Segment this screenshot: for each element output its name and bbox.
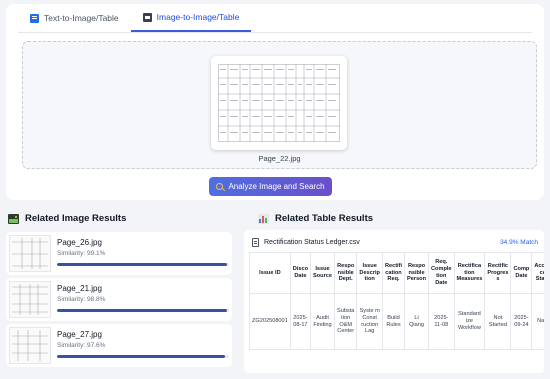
related-tables-title: Related Table Results xyxy=(275,213,374,224)
analyze-button-label: Analyze Image and Search xyxy=(228,182,325,191)
result-thumbnail xyxy=(9,327,51,364)
related-tables-heading: Related Table Results xyxy=(258,213,373,224)
image-result-item[interactable]: Page_27.jpg Similarity: 97.6% xyxy=(6,324,232,367)
table-cell: Syste m Const ruction Lag xyxy=(356,293,383,350)
related-images-title: Related Image Results xyxy=(25,213,127,224)
image-result-item[interactable]: Page_21.jpg Similarity: 98.8% xyxy=(6,278,232,321)
table-file-header: Rectification Status Ledger.csv 34.9% Ma… xyxy=(252,236,538,248)
result-table: Issue ID Disco Date Issue Source Respo n… xyxy=(249,252,544,350)
result-thumbnail xyxy=(9,235,51,272)
table-row: ZG202508001 2025- 08-17 Audit Finding Su… xyxy=(249,293,544,350)
table-cell: Standard ize Workflow xyxy=(453,293,486,350)
tab-image-to-image[interactable]: Image-to-Image/Table xyxy=(130,10,252,32)
similarity-bar xyxy=(57,355,229,358)
column-header: Issue Descrip tion xyxy=(356,252,383,294)
table-cell: NaN xyxy=(531,293,544,350)
table-header-row: Issue ID Disco Date Issue Source Respo n… xyxy=(249,252,544,294)
column-header: Respo nsible Dept. xyxy=(333,252,358,294)
table-cell: Not Started xyxy=(484,293,512,350)
search-icon xyxy=(216,183,224,190)
column-header: Respo nsible Person xyxy=(404,252,430,294)
table-cell: Substa tion O&M Center xyxy=(333,293,358,350)
column-header: Rectifica tion Measures xyxy=(453,252,486,294)
column-header: Issue ID xyxy=(249,252,291,294)
related-images-heading: Related Image Results xyxy=(8,213,126,224)
table-file-name: Rectification Status Ledger.csv xyxy=(264,238,360,246)
table-cell: Li Qiang xyxy=(404,293,430,350)
result-thumbnail xyxy=(9,281,51,318)
column-header: Comp Date xyxy=(510,252,533,294)
image-upload-dropzone[interactable]: Page_22.jpg xyxy=(22,41,537,169)
column-header: Req. Comple tion Date xyxy=(428,252,455,294)
tab-text-to-image[interactable]: Text-to-Image/Table xyxy=(18,10,131,32)
table-cell: Audit Finding xyxy=(310,293,335,350)
column-header: Issue Source xyxy=(310,252,335,294)
table-cell: 2025- 09-24 xyxy=(510,293,533,350)
result-filename: Page_26.jpg xyxy=(57,238,102,247)
document-thumbnail xyxy=(218,64,340,142)
column-header: Rectifi cation Req. xyxy=(381,252,406,294)
text-table-icon xyxy=(30,13,39,23)
preview-filename: Page_22.jpg xyxy=(258,154,301,163)
analyze-search-button[interactable]: Analyze Image and Search xyxy=(209,177,332,196)
table-cell: ZG202508001 xyxy=(249,293,291,350)
similarity-bar-fill xyxy=(57,263,228,266)
search-panel: Text-to-Image/Table Image-to-Image/Table xyxy=(6,4,544,200)
result-filename: Page_27.jpg xyxy=(57,330,102,339)
tab-divider xyxy=(18,32,532,33)
picture-icon xyxy=(8,213,19,224)
column-header: Disco Date xyxy=(289,252,312,294)
image-result-item[interactable]: Page_26.jpg Similarity: 99.1% xyxy=(6,232,232,275)
bar-chart-icon xyxy=(258,213,269,224)
similarity-bar xyxy=(57,263,229,266)
result-similarity: Similarity: 97.6% xyxy=(57,342,106,349)
uploaded-image-preview[interactable] xyxy=(211,56,347,150)
similarity-bar-fill xyxy=(57,309,227,312)
result-filename: Page_21.jpg xyxy=(57,284,102,293)
column-header: Rectific Progres s xyxy=(484,252,512,294)
table-cell: 2025- 11-08 xyxy=(428,293,455,350)
tab-label: Image-to-Image/Table xyxy=(156,12,240,22)
tab-label: Text-to-Image/Table xyxy=(44,13,119,23)
result-similarity: Similarity: 98.8% xyxy=(57,296,106,303)
column-header: Accep ce Statu xyxy=(531,252,544,294)
table-cell: Build Rules xyxy=(381,293,406,350)
mode-tabs: Text-to-Image/Table Image-to-Image/Table xyxy=(18,10,252,32)
table-cell: 2025- 08-17 xyxy=(289,293,312,350)
match-score: 34.9% Match xyxy=(500,238,538,246)
result-similarity: Similarity: 99.1% xyxy=(57,250,106,257)
similarity-bar-fill xyxy=(57,355,225,358)
file-icon xyxy=(252,237,259,247)
similarity-bar xyxy=(57,309,229,312)
table-result-card[interactable]: Rectification Status Ledger.csv 34.9% Ma… xyxy=(244,230,544,373)
image-icon xyxy=(142,12,152,22)
